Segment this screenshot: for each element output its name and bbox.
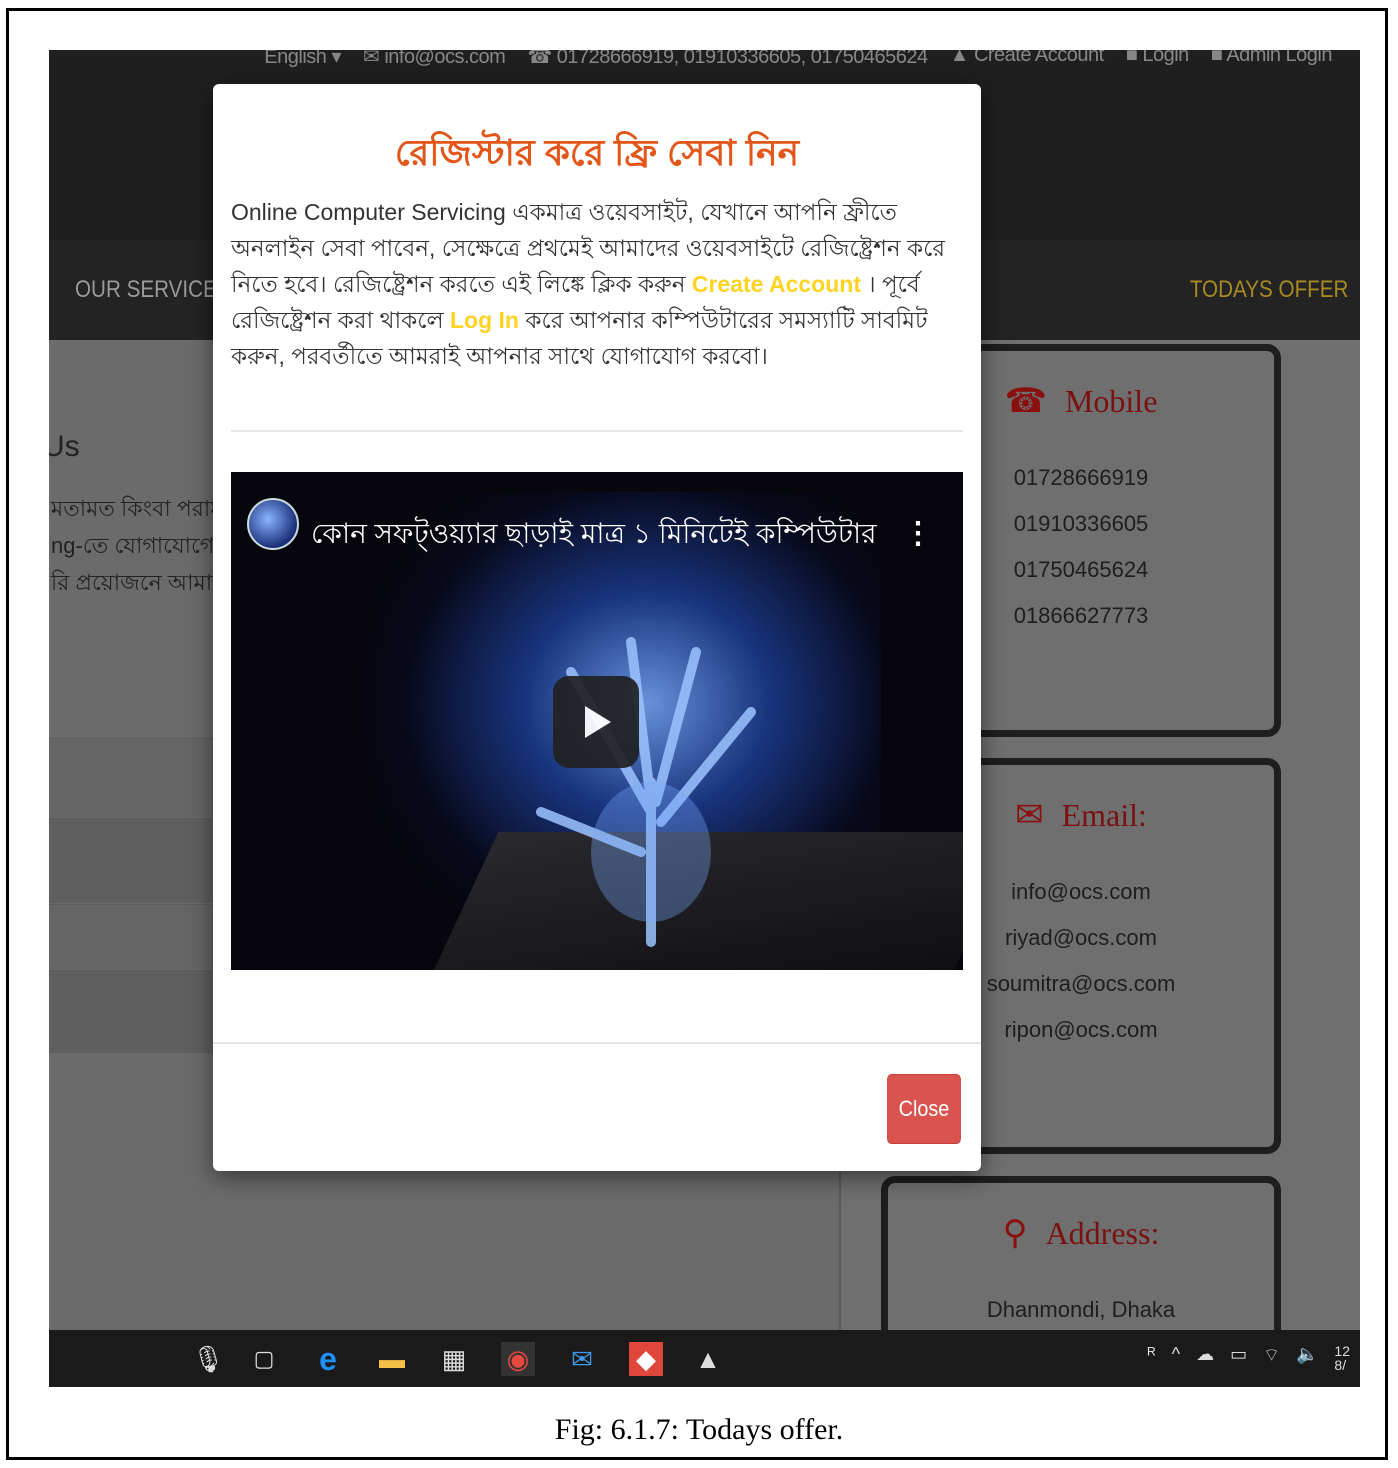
address-lines: Dhanmondi, Dhaka xyxy=(888,1287,1274,1333)
contact-title: Us xyxy=(49,430,80,463)
form-field-email[interactable] xyxy=(49,818,219,903)
wifi-icon[interactable]: ⌔ xyxy=(1263,1344,1280,1372)
mobile-title: Mobile xyxy=(1064,382,1158,419)
youtube-video-embed[interactable]: কোন সফট্ওয়্যার ছাড়াই মাত্র ১ মিনিটেই ক… xyxy=(231,472,963,970)
contact-text: মতামত কিংবা পরাম ng-তে যোগাযোগের রি প্রয… xyxy=(51,490,233,601)
edge-browser-icon[interactable]: e xyxy=(311,1341,345,1377)
top-links: English ▾ ✉ info@ocs.com ☎ 01728666919, … xyxy=(264,50,1332,69)
close-button[interactable]: Close xyxy=(887,1074,961,1144)
top-email-link[interactable]: ✉ info@ocs.com xyxy=(363,50,506,69)
nav-our-services[interactable]: OUR SERVICES xyxy=(75,276,231,304)
address-title: Address: xyxy=(1045,1214,1160,1251)
top-phones: ☎ 01728666919, 01910336605, 01750465624 xyxy=(527,50,928,68)
anydesk-icon[interactable]: ◆ xyxy=(629,1342,663,1376)
admin-login-link[interactable]: ■ Admin Login xyxy=(1211,50,1333,69)
contact-line: ng-তে যোগাযোগের xyxy=(51,533,227,558)
register-modal: রেজিস্টার করে ফ্রি সেবা নিন Online Compu… xyxy=(213,84,981,1171)
form-field-subject[interactable] xyxy=(49,904,219,969)
chrome-icon[interactable]: ◉ xyxy=(501,1342,535,1376)
phone-icon: ☎ xyxy=(1004,383,1047,420)
play-button-icon[interactable] xyxy=(553,676,639,768)
modal-divider-bottom xyxy=(213,1042,981,1044)
task-view-icon[interactable]: ▢ xyxy=(247,1342,281,1376)
form-field-name[interactable] xyxy=(49,738,219,817)
volume-icon[interactable]: 🔈 xyxy=(1296,1344,1318,1372)
windows-taskbar: 🎙 ▢ e ▬ ▦ ◉ ✉ ◆ ▲ ᴿ ^ ☁ ▭ ⌔ 🔈 12 8/ xyxy=(49,1330,1360,1387)
screenshot: English ▾ ✉ info@ocs.com ☎ 01728666919, … xyxy=(49,50,1360,1387)
video-title[interactable]: কোন সফট্ওয়্যার ছাড়াই মাত্র ১ মিনিটেই ক… xyxy=(311,512,881,559)
cloud-icon[interactable]: ☁ xyxy=(1196,1344,1214,1372)
photos-icon[interactable]: ▲ xyxy=(691,1342,725,1376)
system-tray: ᴿ ^ ☁ ▭ ⌔ 🔈 12 8/ xyxy=(1147,1344,1350,1372)
file-explorer-icon[interactable]: ▬ xyxy=(375,1342,409,1376)
chevron-up-icon[interactable]: ^ xyxy=(1172,1344,1180,1372)
envelope-icon: ✉ xyxy=(1015,797,1044,834)
contact-line: মতামত কিংবা পরাম xyxy=(51,496,223,521)
more-options-icon[interactable]: ⋮ xyxy=(903,516,933,551)
figure-caption: Fig: 6.1.7: Todays offer. xyxy=(554,1413,844,1446)
language-selector[interactable]: English ▾ xyxy=(264,50,341,69)
login-inline-link[interactable]: Log In xyxy=(450,307,519,333)
microphone-icon[interactable]: 🎙 xyxy=(191,1342,225,1376)
create-account-link[interactable]: ▲ Create Account xyxy=(950,50,1105,69)
map-pin-icon: ⚲ xyxy=(1002,1215,1028,1252)
mail-icon[interactable]: ✉ xyxy=(565,1342,599,1376)
email-title: Email: xyxy=(1061,796,1147,833)
modal-title: রেজিস্টার করে ফ্রি সেবা নিন xyxy=(394,132,800,173)
battery-icon[interactable]: ▭ xyxy=(1230,1344,1247,1372)
clock-date: 8/ xyxy=(1334,1357,1347,1373)
store-icon[interactable]: ▦ xyxy=(437,1342,471,1376)
modal-body-text: Online Computer Servicing একমাত্র ওয়েবস… xyxy=(231,194,966,374)
contact-line: রি প্রয়োজনে আমাদে xyxy=(51,570,233,595)
create-account-inline-link[interactable]: Create Account xyxy=(692,271,861,297)
clock[interactable]: 12 8/ xyxy=(1334,1344,1350,1372)
channel-avatar[interactable] xyxy=(247,498,299,550)
login-link[interactable]: ■ Login xyxy=(1126,50,1190,69)
form-field-message[interactable] xyxy=(49,970,219,1053)
address-line: Dhanmondi, Dhaka xyxy=(986,1297,1176,1322)
people-icon[interactable]: ᴿ xyxy=(1147,1344,1155,1372)
video-thumbnail-hand xyxy=(536,637,756,947)
nav-todays-offer[interactable]: TODAYS OFFER xyxy=(1189,276,1348,304)
modal-divider-top xyxy=(231,430,963,432)
